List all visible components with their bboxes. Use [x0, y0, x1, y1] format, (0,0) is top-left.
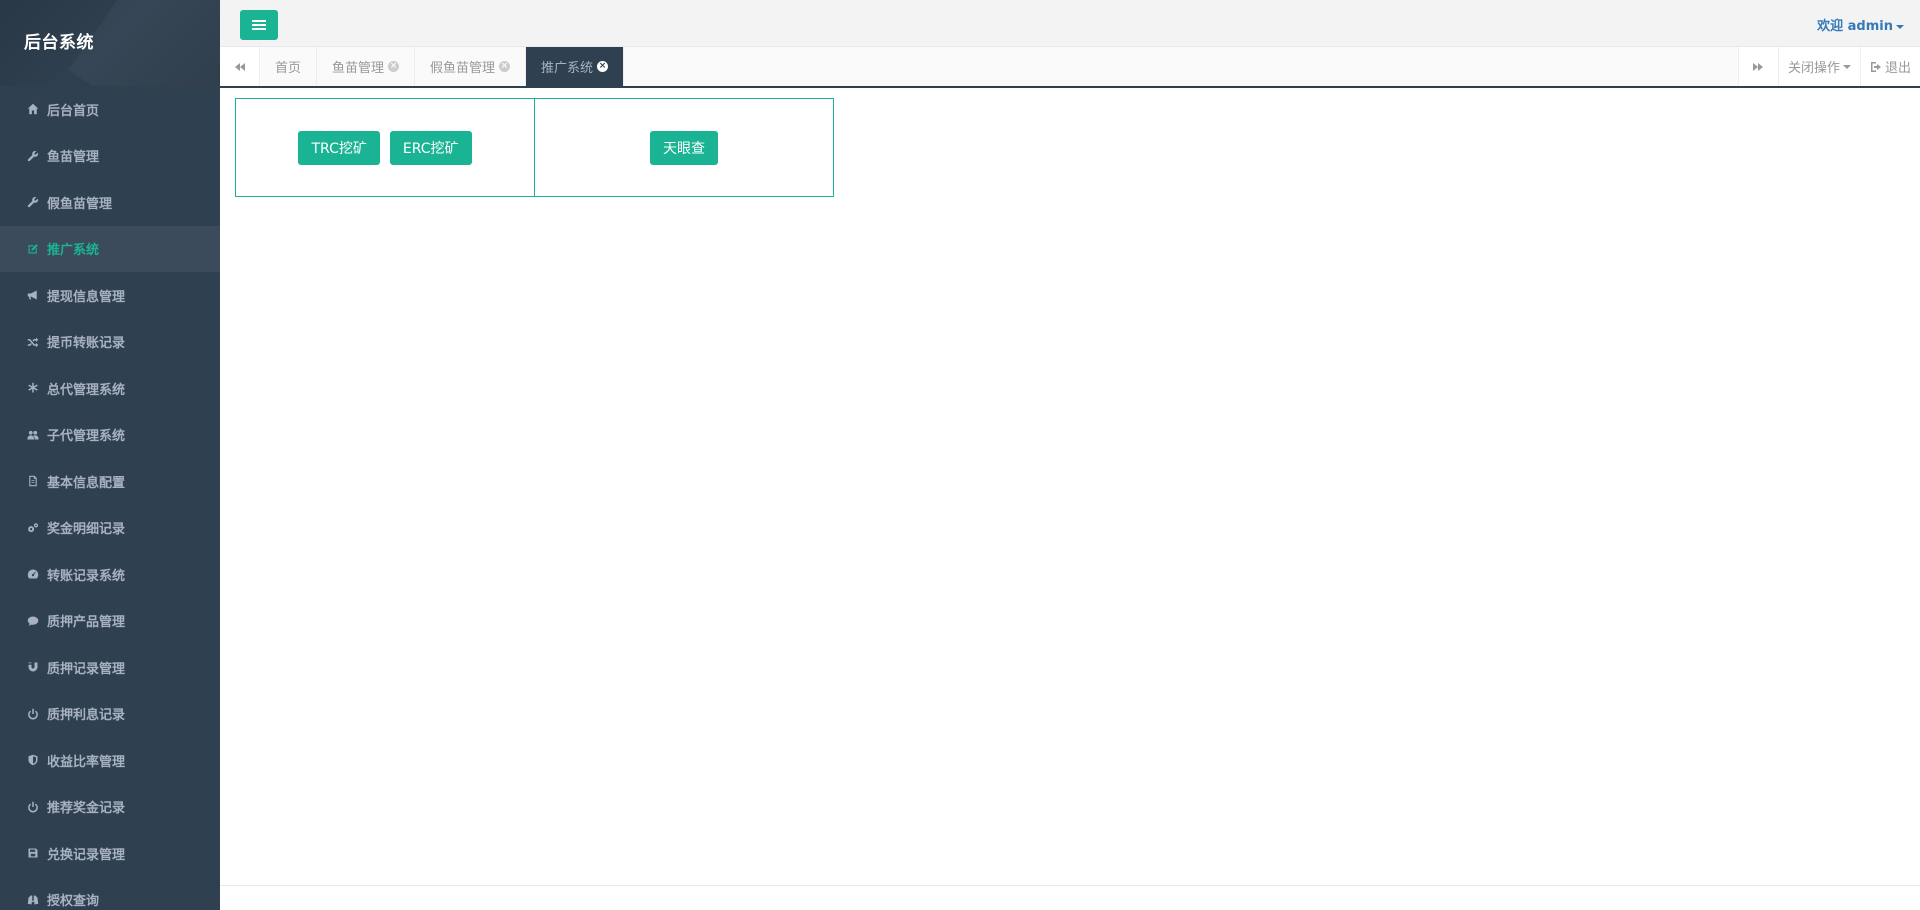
lookup-panel: 天眼查 — [534, 98, 834, 197]
sidebar-item-label: 假鱼苗管理 — [47, 196, 113, 212]
tab-label: 鱼苗管理 — [332, 61, 385, 76]
tab-scroll-left-button[interactable] — [220, 47, 260, 86]
backward-icon — [234, 62, 245, 71]
tab-bar: 首页 鱼苗管理 × 假鱼苗管理 × 推广系统 × 关闭操作 退出 — [220, 47, 1920, 88]
dashboard-icon — [25, 566, 41, 582]
sidebar-item-label: 推荐奖金记录 — [47, 801, 126, 817]
erc-mining-button[interactable]: ERC挖矿 — [389, 130, 472, 165]
sidebar-item-withdraw-info[interactable]: 提现信息管理 — [0, 272, 220, 319]
shield-icon — [25, 752, 41, 768]
sidebar-item-fake-fish[interactable]: 假鱼苗管理 — [0, 179, 220, 226]
tab-promotion[interactable]: 推广系统 × — [526, 47, 625, 86]
tab-spacer — [624, 47, 1738, 86]
sidebar-item-label: 奖金明细记录 — [47, 522, 126, 538]
logout-button[interactable]: 退出 — [1859, 47, 1920, 86]
close-operations-label: 关闭操作 — [1787, 61, 1840, 76]
sidebar-item-label: 推广系统 — [47, 243, 100, 259]
menu-toggle-button[interactable] — [240, 10, 278, 40]
asterisk-icon — [25, 380, 41, 396]
welcome-text: 欢迎 admin — [1817, 19, 1893, 34]
comment-icon — [25, 613, 41, 629]
sidebar-item-home[interactable]: 后台首页 — [0, 86, 220, 133]
binoculars-icon — [25, 892, 41, 908]
magnet-icon — [25, 659, 41, 675]
tab-fish[interactable]: 鱼苗管理 × — [317, 47, 416, 86]
edit-icon — [25, 241, 41, 257]
save-icon — [25, 845, 41, 861]
panel-row: TRC挖矿 ERC挖矿 天眼查 — [235, 98, 834, 197]
sidebar-item-label: 基本信息配置 — [47, 475, 126, 491]
sidebar-item-label: 后台首页 — [47, 103, 100, 119]
sidebar-item-basic-config[interactable]: 基本信息配置 — [0, 458, 220, 505]
tab-label: 首页 — [275, 61, 302, 76]
wrench-icon — [25, 194, 41, 210]
close-icon[interactable]: × — [597, 61, 609, 72]
sidebar-item-label: 总代管理系统 — [47, 382, 126, 398]
tianyancha-button[interactable]: 天眼查 — [650, 130, 718, 165]
tab-home[interactable]: 首页 — [260, 47, 318, 86]
sidebar-item-label: 转账记录系统 — [47, 568, 126, 584]
user-menu[interactable]: 欢迎 admin — [1817, 15, 1904, 34]
sidebar-item-label: 子代管理系统 — [47, 429, 126, 445]
tab-label: 推广系统 — [541, 61, 594, 76]
close-icon[interactable]: × — [388, 61, 400, 72]
sidebar-item-label: 收益比率管理 — [47, 754, 126, 770]
sidebar-item-pledge-interest[interactable]: 质押利息记录 — [0, 691, 220, 738]
sidebar-item-transfer-records[interactable]: 提币转账记录 — [0, 319, 220, 366]
home-icon — [25, 101, 41, 117]
close-icon[interactable]: × — [499, 61, 511, 72]
mining-panel: TRC挖矿 ERC挖矿 — [235, 98, 535, 197]
tab-label: 假鱼苗管理 — [430, 61, 496, 76]
close-operations-dropdown[interactable]: 关闭操作 — [1777, 47, 1860, 86]
tab-fake-fish[interactable]: 假鱼苗管理 × — [415, 47, 527, 86]
sidebar-item-general-agent[interactable]: 总代管理系统 — [0, 365, 220, 412]
sidebar-item-label: 兑换记录管理 — [47, 847, 126, 863]
sidebar-item-promotion[interactable]: 推广系统 — [0, 225, 220, 272]
cogs-icon — [25, 520, 41, 536]
sidebar-item-label: 提币转账记录 — [47, 336, 126, 352]
footer — [220, 885, 1920, 910]
tab-scroll-right-button[interactable] — [1737, 47, 1778, 86]
sidebar-item-auth-query[interactable]: 授权查询 — [0, 877, 220, 910]
sidebar-item-pledge-product[interactable]: 质押产品管理 — [0, 598, 220, 645]
hamburger-icon — [252, 20, 266, 30]
logout-label: 退出 — [1884, 61, 1911, 76]
power-icon — [25, 799, 41, 815]
wrench-icon — [25, 148, 41, 164]
sidebar-item-label: 质押记录管理 — [47, 661, 126, 677]
sign-out-icon — [1870, 61, 1881, 72]
sidebar-item-label: 质押产品管理 — [47, 615, 126, 631]
users-icon — [25, 427, 41, 443]
sidebar-item-pledge-records[interactable]: 质押记录管理 — [0, 644, 220, 691]
sidebar-item-sub-agent[interactable]: 子代管理系统 — [0, 412, 220, 459]
sidebar-item-label: 质押利息记录 — [47, 708, 126, 724]
caret-down-icon — [1842, 64, 1851, 69]
top-navbar: 欢迎 admin — [220, 0, 1920, 47]
file-icon — [25, 473, 41, 489]
sidebar-item-label: 鱼苗管理 — [47, 150, 100, 166]
caret-down-icon — [1896, 24, 1904, 29]
sidebar-item-transfer-system[interactable]: 转账记录系统 — [0, 551, 220, 598]
power-icon — [25, 706, 41, 722]
sidebar-item-exchange-records[interactable]: 兑换记录管理 — [0, 830, 220, 877]
sidebar-item-yield-ratio[interactable]: 收益比率管理 — [0, 737, 220, 784]
sidebar-item-label: 授权查询 — [47, 894, 100, 910]
random-icon — [25, 334, 41, 350]
sidebar-item-label: 提现信息管理 — [47, 289, 126, 305]
bullhorn-icon — [25, 287, 41, 303]
main-content: TRC挖矿 ERC挖矿 天眼查 — [220, 88, 1920, 886]
trc-mining-button[interactable]: TRC挖矿 — [298, 130, 380, 165]
sidebar-item-referral-bonus[interactable]: 推荐奖金记录 — [0, 784, 220, 831]
forward-icon — [1753, 62, 1764, 71]
sidebar-item-fish[interactable]: 鱼苗管理 — [0, 133, 220, 180]
sidebar-header: 后台系统 — [0, 0, 220, 86]
sidebar-item-bonus-detail[interactable]: 奖金明细记录 — [0, 505, 220, 552]
sidebar: 后台系统 后台首页 鱼苗管理 假鱼苗管理 推广系统 提现信息管理 提币转账记录 … — [0, 0, 220, 910]
brand-title: 后台系统 — [24, 33, 94, 53]
